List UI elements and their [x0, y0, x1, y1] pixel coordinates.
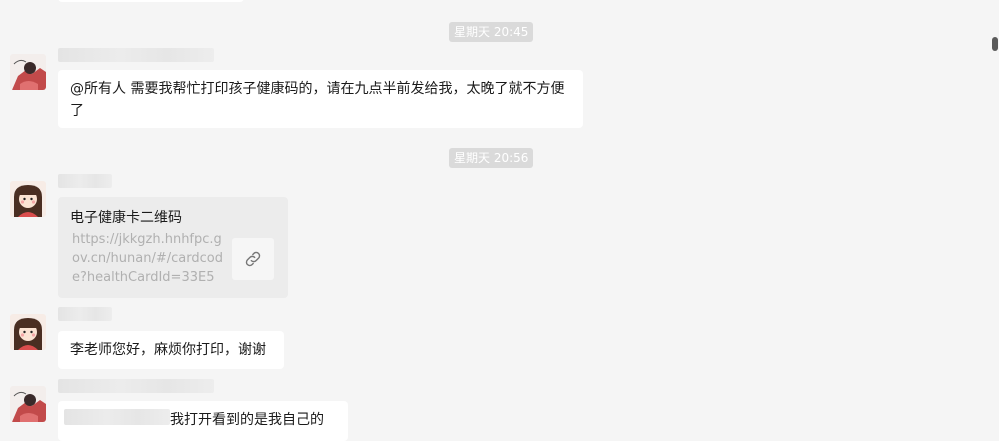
sender-name-blurred [58, 307, 112, 321]
sender-name-blurred [58, 379, 214, 393]
link-card[interactable]: 电子健康卡二维码 https://jkkgzh.hnhfpc.gov.cn/hu… [58, 197, 288, 298]
timestamp: 星期天 20:45 [449, 22, 534, 42]
message-text: @所有人 需要我帮忙打印孩子健康码的，请在九点半前发给我，太晚了就不方便了 [70, 81, 565, 119]
avatar[interactable] [10, 181, 46, 217]
scrollbar-thumb[interactable] [992, 37, 998, 51]
avatar-parent [10, 314, 46, 350]
message-text: 李老师您好，麻烦你打印，谢谢 [70, 342, 266, 358]
avatar[interactable] [10, 54, 46, 90]
avatar[interactable] [10, 314, 46, 350]
link-card-title: 电子健康卡二维码 [70, 210, 182, 226]
avatar-teacher [10, 386, 46, 422]
sender-name-blurred [58, 48, 214, 62]
link-icon [245, 251, 261, 267]
link-card-url: https://jkkgzh.hnhfpc.gov.cn/hunan/#/car… [72, 232, 223, 285]
message-bubble[interactable]: 李老师您好，麻烦你打印，谢谢 [58, 331, 284, 369]
message-bubble-partial-top [58, 0, 244, 2]
avatar-teacher [10, 54, 46, 90]
message-bubble[interactable]: @所有人 需要我帮忙打印孩子健康码的，请在九点半前发给我，太晚了就不方便了 [58, 70, 583, 128]
link-icon-box [232, 238, 274, 280]
avatar-parent [10, 181, 46, 217]
timestamp: 星期天 20:56 [449, 148, 534, 168]
avatar[interactable] [10, 386, 46, 422]
message-text: 我打开看到的是我自己的 [170, 412, 324, 428]
sender-name-blurred [58, 174, 112, 188]
